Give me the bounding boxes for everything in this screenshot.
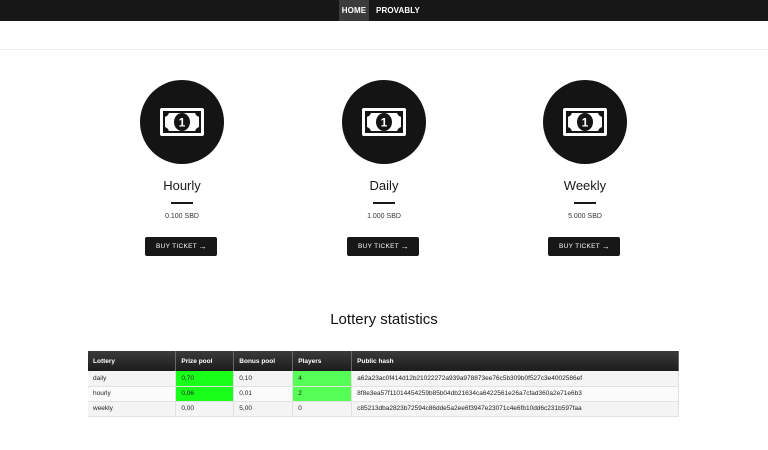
nav-home-link[interactable]: HOME (339, 0, 369, 21)
column-header-players: Players (292, 351, 353, 371)
buy-ticket-label: BUY TICKET (559, 243, 601, 250)
cell-bonus-pool: 0,01 (233, 386, 294, 402)
column-header-bonus-pool: Bonus pool (233, 351, 294, 371)
lottery-title: Hourly (163, 178, 201, 193)
header-divider (0, 49, 768, 50)
money-bill-icon: 1 (563, 108, 607, 136)
column-header-prize-pool: Prize pool (175, 351, 235, 371)
svg-text:1: 1 (381, 116, 388, 130)
title-underline (373, 202, 395, 204)
lottery-icon-circle: 1 (543, 80, 627, 164)
arrow-right-icon: → (601, 242, 610, 251)
cell-players: 2 (292, 386, 353, 402)
buy-ticket-label: BUY TICKET (358, 243, 400, 250)
arrow-right-icon: → (198, 242, 207, 251)
top-navbar: HOME PROVABLY FAIR (0, 0, 768, 36)
column-header-lottery: Lottery (88, 351, 177, 371)
cell-prize-pool: 0,06 (175, 386, 235, 402)
lottery-title: Daily (369, 178, 399, 193)
table-row: daily 0,70 0,10 4 a62a23ac0f414d12b21022… (88, 371, 679, 387)
column-header-public-hash: Public hash (351, 351, 679, 371)
cell-prize-pool: 0,70 (175, 371, 235, 387)
ticket-price: 1.000 SBD (367, 213, 401, 220)
buy-ticket-button-daily[interactable]: BUY TICKET → (347, 237, 419, 256)
cell-public-hash: a62a23ac0f414d12b21022272a939a978873ee76… (351, 371, 679, 387)
buy-ticket-label: BUY TICKET (156, 243, 198, 250)
svg-text:1: 1 (582, 116, 589, 130)
cell-public-hash: 8f8e3ea57f11014454259b85b04db21634ca6422… (351, 386, 679, 402)
lottery-card-weekly: 1 Weekly 5.000 SBD BUY TICKET → (524, 80, 644, 260)
svg-text:1: 1 (179, 116, 186, 130)
cell-bonus-pool: 5,00 (233, 401, 294, 417)
ticket-price: 5.000 SBD (568, 213, 602, 220)
title-underline (574, 202, 596, 204)
money-bill-icon: 1 (160, 108, 204, 136)
lottery-card-daily: 1 Daily 1.000 SBD BUY TICKET → (323, 80, 443, 260)
cell-prize-pool: 0,00 (175, 401, 235, 417)
cell-lottery: weekly (88, 401, 177, 417)
buy-ticket-button-weekly[interactable]: BUY TICKET → (548, 237, 620, 256)
lottery-statistics-heading: Lottery statistics (330, 311, 438, 328)
cell-players: 0 (292, 401, 353, 417)
table-header-row: Lottery Prize pool Bonus pool Players Pu… (88, 351, 679, 371)
cell-public-hash: c85213dba2823b72594c86dde5a2ee6f3947e230… (351, 401, 679, 417)
lottery-icon-circle: 1 (140, 80, 224, 164)
cell-players: 4 (292, 371, 353, 387)
lottery-statistics-table: Lottery Prize pool Bonus pool Players Pu… (88, 351, 679, 417)
table-row: weekly 0,00 5,00 0 c85213dba2823b72594c8… (88, 401, 679, 417)
money-bill-icon: 1 (362, 108, 406, 136)
lottery-title: Weekly (563, 178, 607, 193)
buy-ticket-button-hourly[interactable]: BUY TICKET → (145, 237, 217, 256)
title-underline (171, 202, 193, 204)
lottery-card-hourly: 1 Hourly 0.100 SBD BUY TICKET → (121, 80, 241, 260)
ticket-price: 0.100 SBD (165, 213, 199, 220)
cell-bonus-pool: 0,10 (233, 371, 294, 387)
cell-lottery: hourly (88, 386, 177, 402)
cell-lottery: daily (88, 371, 177, 387)
nav-provably-fair-link[interactable]: PROVABLY FAIR (371, 0, 425, 36)
table-row: hourly 0,06 0,01 2 8f8e3ea57f11014454259… (88, 386, 679, 402)
arrow-right-icon: → (400, 242, 409, 251)
lottery-icon-circle: 1 (342, 80, 426, 164)
